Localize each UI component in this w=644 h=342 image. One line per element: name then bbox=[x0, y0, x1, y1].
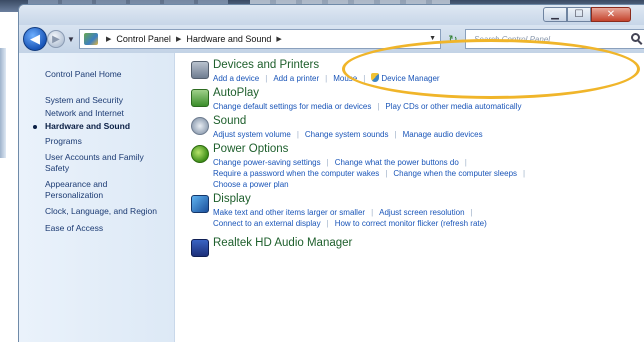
category-links: Require a password when the computer wak… bbox=[213, 168, 531, 179]
shield-icon bbox=[371, 73, 380, 82]
left-nav-hardware-and-sound[interactable]: Hardware and Sound bbox=[45, 121, 173, 132]
current-item-bullet bbox=[33, 125, 37, 129]
title-bar[interactable]: ▁ ☐ ✕ bbox=[19, 5, 644, 25]
link-change-when-sleeps[interactable]: Change when the computer sleeps bbox=[393, 169, 517, 178]
left-nav-programs[interactable]: Programs bbox=[45, 136, 173, 147]
category-links: Connect to an external display | How to co… bbox=[213, 218, 487, 229]
forward-button[interactable]: ▶ bbox=[47, 30, 65, 48]
maximize-icon: ☐ bbox=[574, 9, 584, 20]
close-icon: ✕ bbox=[606, 9, 616, 20]
minimize-icon: ▁ bbox=[551, 9, 559, 20]
category-links: Choose a power plan bbox=[213, 179, 289, 190]
link-separator: | bbox=[265, 74, 268, 83]
category-links: Change default settings for media or dev… bbox=[213, 101, 521, 112]
link-change-power-saving[interactable]: Change power-saving settings bbox=[213, 158, 321, 167]
breadcrumb-hardware-and-sound[interactable]: Hardware and Sound bbox=[186, 34, 271, 44]
power-icon[interactable] bbox=[191, 145, 209, 163]
control-panel-icon bbox=[84, 33, 98, 45]
chevron-down-icon: ▼ bbox=[67, 34, 75, 44]
category-links: Make text and other items larger or smal… bbox=[213, 207, 479, 218]
recent-pages-button[interactable]: ▼ bbox=[66, 33, 76, 45]
link-separator: | bbox=[394, 130, 397, 139]
link-add-a-printer[interactable]: Add a printer bbox=[273, 74, 319, 83]
caption-buttons: ▁ ☐ ✕ bbox=[543, 7, 631, 22]
link-separator: | bbox=[464, 158, 467, 167]
link-require-password[interactable]: Require a password when the computer wak… bbox=[213, 169, 379, 178]
left-nav-appearance[interactable]: Appearance and Personalization bbox=[45, 179, 135, 201]
search-placeholder: Search Control Panel bbox=[474, 34, 551, 44]
link-adjust-system-volume[interactable]: Adjust system volume bbox=[213, 130, 291, 139]
minimize-button[interactable]: ▁ bbox=[543, 7, 567, 22]
link-change-system-sounds[interactable]: Change system sounds bbox=[305, 130, 389, 139]
left-nav-user-accounts[interactable]: User Accounts and Family Safety bbox=[45, 152, 145, 174]
link-play-cds[interactable]: Play CDs or other media automatically bbox=[385, 102, 521, 111]
breadcrumb-control-panel[interactable]: Control Panel bbox=[116, 34, 171, 44]
link-mouse[interactable]: Mouse bbox=[333, 74, 357, 83]
link-device-manager[interactable]: Device Manager bbox=[381, 74, 439, 83]
left-nav-clock-language-region[interactable]: Clock, Language, and Region bbox=[45, 206, 173, 217]
close-button[interactable]: ✕ bbox=[591, 7, 631, 22]
breadcrumb-arrow-icon[interactable]: ▶ bbox=[176, 35, 181, 43]
link-separator: | bbox=[470, 208, 473, 217]
search-input[interactable]: Search Control Panel bbox=[465, 29, 644, 49]
autoplay-icon[interactable] bbox=[191, 89, 209, 107]
category-title[interactable]: Devices and Printers bbox=[213, 59, 319, 71]
link-choose-power-plan[interactable]: Choose a power plan bbox=[213, 180, 289, 189]
link-change-power-buttons[interactable]: Change what the power buttons do bbox=[335, 158, 459, 167]
realtek-audio-icon[interactable] bbox=[191, 239, 209, 257]
breadcrumb-arrow-icon[interactable]: ▶ bbox=[106, 35, 111, 43]
link-separator: | bbox=[325, 74, 328, 83]
navigation-bar: ◀ ▶ ▼ ▶ Control Panel ▶ Hardware and Sou… bbox=[19, 25, 644, 53]
link-monitor-flicker[interactable]: How to correct monitor flicker (refresh … bbox=[335, 219, 487, 228]
refresh-icon: ↻ bbox=[448, 33, 458, 46]
link-manage-audio-devices[interactable]: Manage audio devices bbox=[403, 130, 483, 139]
link-separator: | bbox=[326, 219, 329, 228]
link-adjust-resolution[interactable]: Adjust screen resolution bbox=[379, 208, 464, 217]
category-title[interactable]: Realtek HD Audio Manager bbox=[213, 237, 352, 249]
category-title[interactable]: AutoPlay bbox=[213, 87, 259, 99]
content-pane: Devices and Printers Add a device | Add a … bbox=[175, 53, 644, 342]
left-nav-ease-of-access[interactable]: Ease of Access bbox=[45, 223, 173, 234]
address-bar[interactable]: ▶ Control Panel ▶ Hardware and Sound ▶ ▼ bbox=[79, 29, 441, 49]
control-panel-window: ▁ ☐ ✕ ◀ ▶ ▼ ▶ Control Panel ▶ Hardware a… bbox=[18, 4, 644, 342]
left-nav-control-panel-home[interactable]: Control Panel Home bbox=[45, 69, 173, 80]
display-icon[interactable] bbox=[191, 195, 209, 213]
link-separator: | bbox=[371, 208, 374, 217]
speaker-icon[interactable] bbox=[191, 117, 209, 135]
search-icon[interactable] bbox=[631, 33, 640, 42]
category-title[interactable]: Display bbox=[213, 193, 251, 205]
address-dropdown-icon[interactable]: ▼ bbox=[429, 35, 436, 42]
left-nav-system-and-security[interactable]: System and Security bbox=[45, 95, 173, 106]
link-add-a-device[interactable]: Add a device bbox=[213, 74, 259, 83]
maximize-button[interactable]: ☐ bbox=[567, 7, 591, 22]
left-nav-network-and-internet[interactable]: Network and Internet bbox=[45, 108, 173, 119]
link-change-default-settings[interactable]: Change default settings for media or dev… bbox=[213, 102, 371, 111]
background-window-edge bbox=[0, 48, 6, 158]
link-separator: | bbox=[363, 74, 366, 83]
printer-icon[interactable] bbox=[191, 61, 209, 79]
link-connect-external-display[interactable]: Connect to an external display bbox=[213, 219, 321, 228]
breadcrumb-arrow-icon[interactable]: ▶ bbox=[276, 35, 281, 43]
link-separator: | bbox=[326, 158, 329, 167]
category-links: Add a device | Add a printer | Mouse | Device … bbox=[213, 73, 440, 84]
link-separator: | bbox=[377, 102, 380, 111]
back-arrow-icon: ◀ bbox=[30, 31, 40, 46]
refresh-button[interactable]: ↻ bbox=[445, 30, 461, 48]
link-separator: | bbox=[385, 169, 388, 178]
back-button[interactable]: ◀ bbox=[23, 27, 47, 51]
link-separator: | bbox=[296, 130, 299, 139]
navigation-pane: Control Panel Home System and Security N… bbox=[19, 53, 175, 342]
category-title[interactable]: Power Options bbox=[213, 143, 288, 155]
category-links: Change power-saving settings | Change what… bbox=[213, 157, 473, 168]
category-links: Adjust system volume | Change system sound… bbox=[213, 129, 483, 140]
category-title[interactable]: Sound bbox=[213, 115, 246, 127]
link-make-text-larger[interactable]: Make text and other items larger or smal… bbox=[213, 208, 365, 217]
forward-arrow-icon: ▶ bbox=[52, 33, 60, 45]
link-separator: | bbox=[523, 169, 526, 178]
